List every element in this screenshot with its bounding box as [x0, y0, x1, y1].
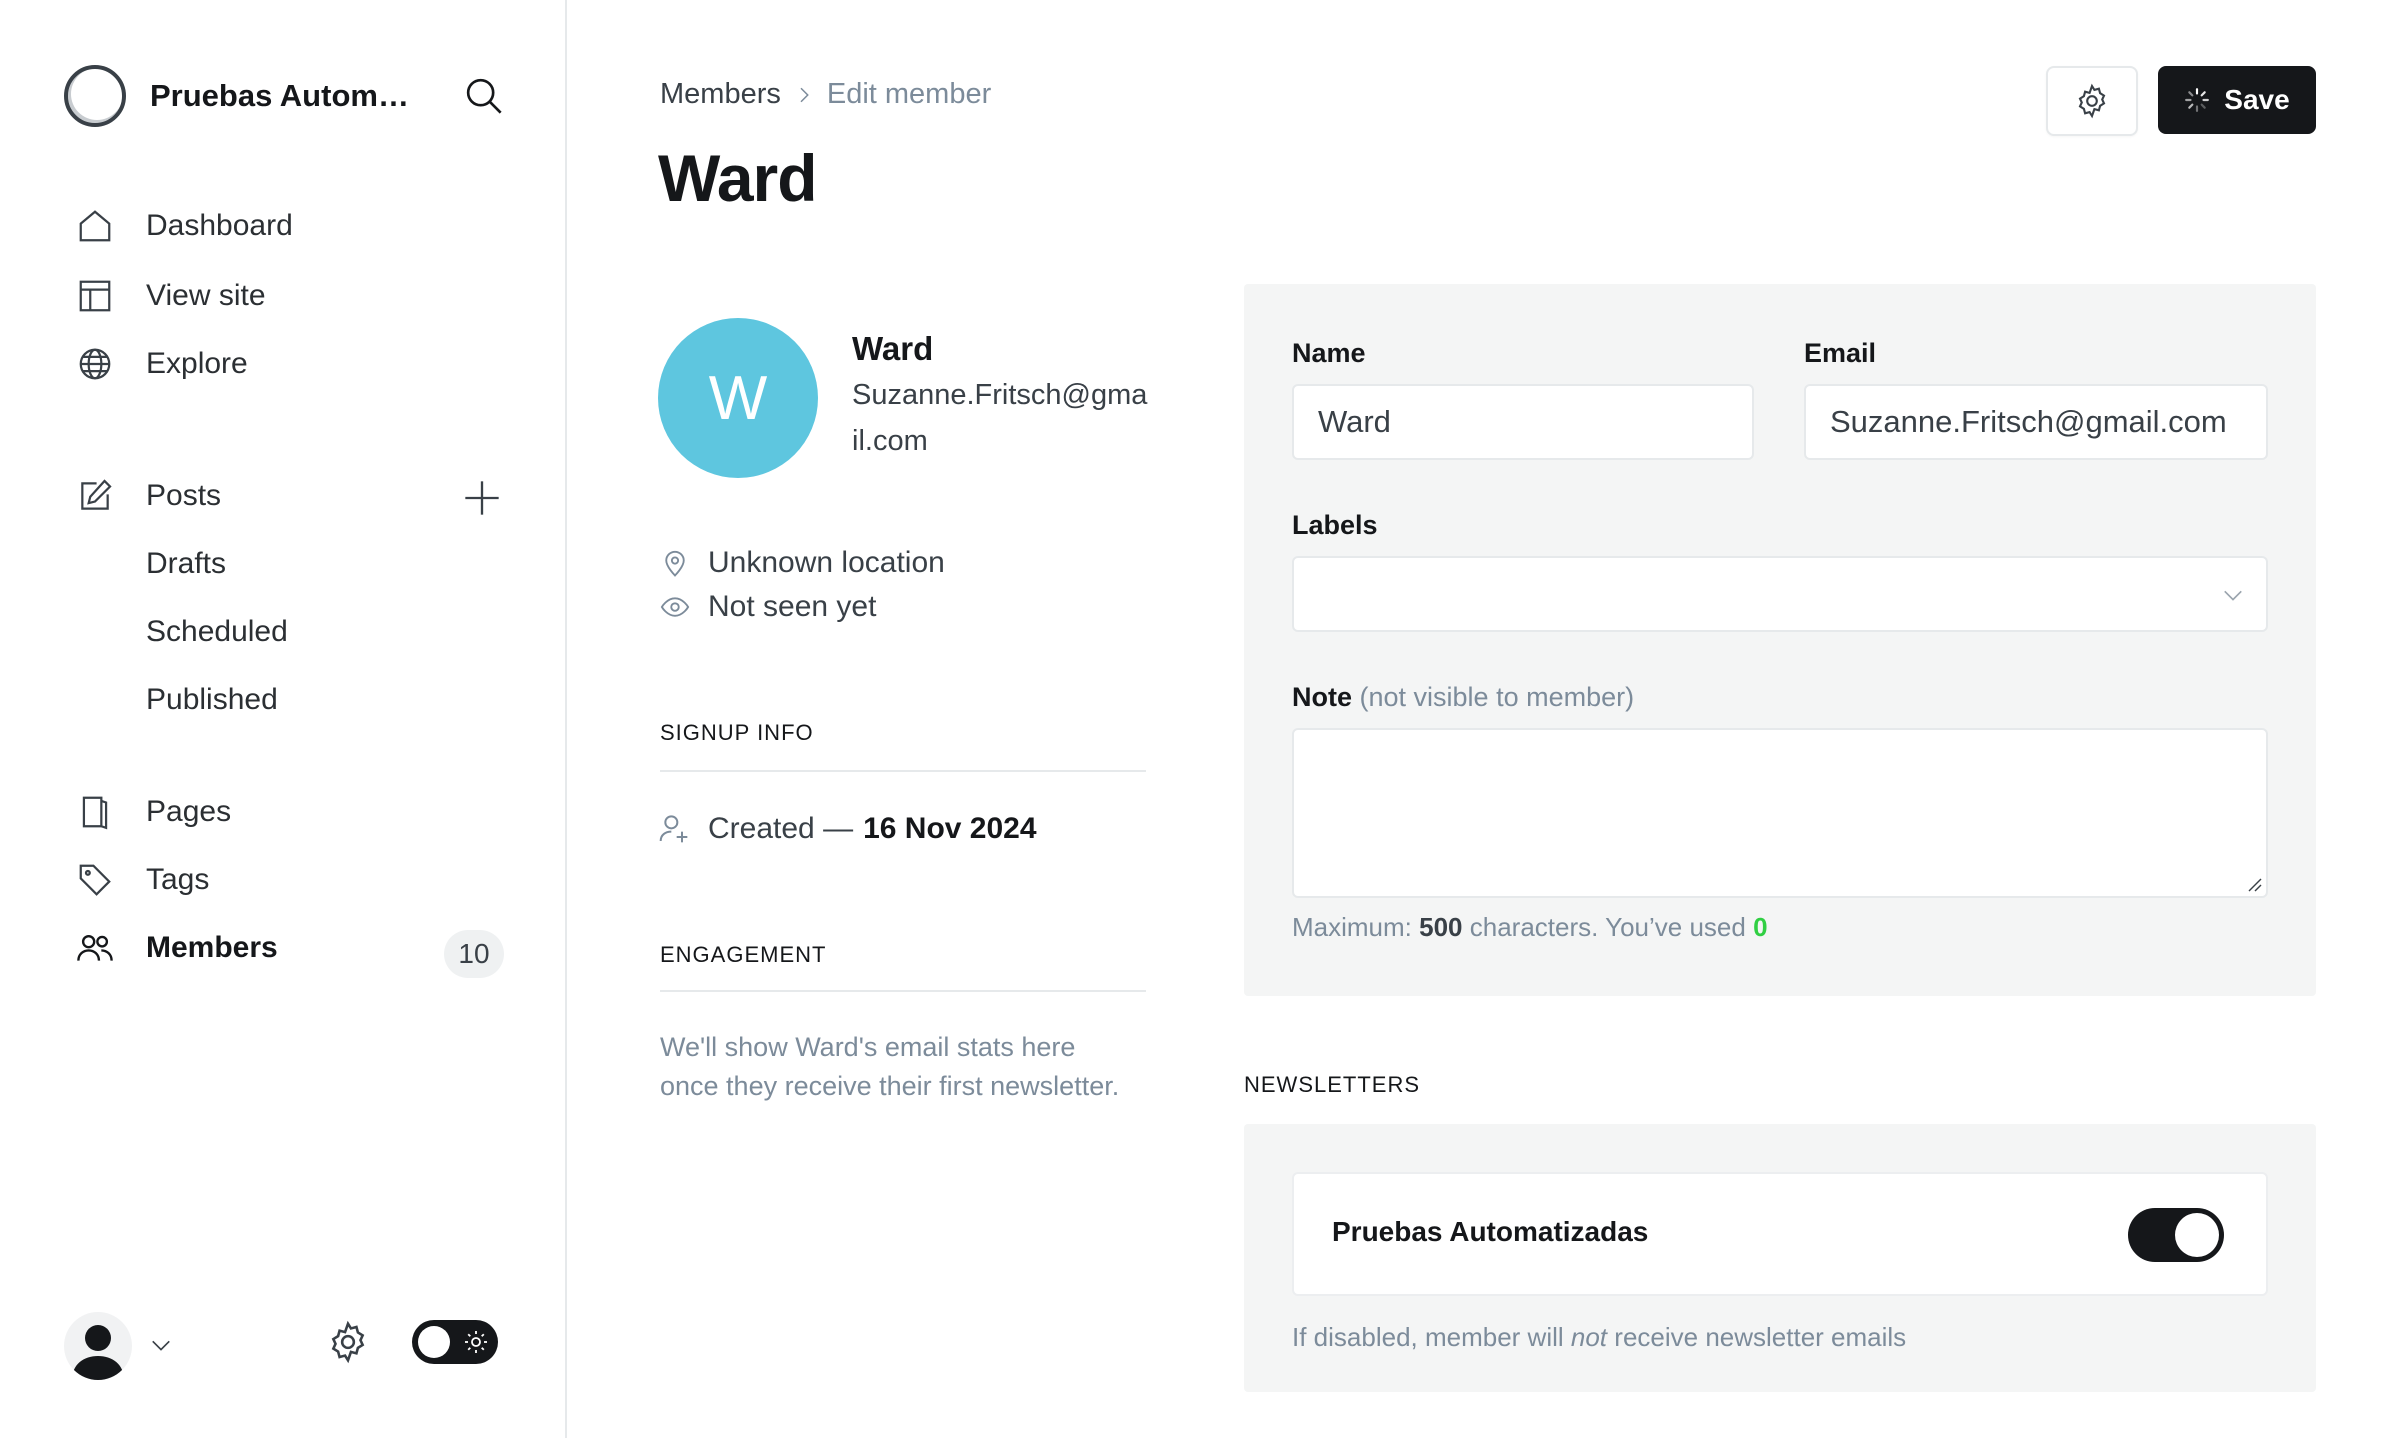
created-prefix: Created — [708, 812, 854, 845]
page-icon [82, 796, 108, 830]
newsletter-subscription-toggle[interactable] [2128, 1208, 2224, 1262]
labels-select[interactable] [1292, 556, 2268, 632]
engagement-text: We'll show Ward's email stats here once … [660, 1032, 1120, 1101]
location-pin-icon [665, 550, 685, 577]
theme-toggle-knob [418, 1326, 450, 1358]
newsletter-item: Pruebas Automatizadas [1292, 1172, 2268, 1296]
note-label-sub: (not visible to member) [1359, 682, 1635, 712]
nav-pages[interactable]: Pages [76, 790, 231, 834]
nav-view-site[interactable]: View site [76, 274, 266, 318]
nav-drafts[interactable]: Drafts [146, 542, 226, 586]
divider [660, 990, 1146, 992]
site-title: Pruebas Automatizadas [150, 78, 422, 113]
toggle-knob [2175, 1213, 2219, 1257]
newsletter-name: Pruebas Automatizadas [1332, 1216, 1649, 1247]
member-last-seen: Not seen yet [660, 590, 876, 624]
spinner-icon [2185, 88, 2210, 112]
nl-hint-before: If disabled, member will [1292, 1322, 1564, 1352]
signup-info-heading: SIGNUP INFO [660, 720, 814, 745]
member-name: Ward [852, 330, 934, 367]
tag-icon [79, 864, 111, 896]
name-label: Name [1292, 338, 1366, 368]
theme-toggle[interactable] [412, 1320, 498, 1364]
nav-view-site-label: View site [146, 279, 266, 312]
email-input[interactable]: Suzanne.Fritsch@gmail.com [1804, 384, 2268, 460]
chevron-right-icon [800, 87, 809, 102]
divider [660, 770, 1146, 772]
note-textarea[interactable] [1292, 728, 2268, 898]
breadcrumb-members-link[interactable]: Members [660, 78, 781, 111]
save-button-label: Save [2224, 84, 2290, 115]
nav-tags-label: Tags [146, 863, 210, 896]
nav-published[interactable]: Published [146, 678, 278, 722]
nl-hint-after: receive newsletter emails [1614, 1322, 1907, 1352]
nav-members[interactable]: Members [76, 926, 278, 970]
labels-label: Labels [1292, 510, 1378, 540]
globe-icon [79, 348, 111, 380]
user-avatar[interactable] [64, 1312, 132, 1380]
search-icon[interactable] [464, 76, 504, 116]
breadcrumb: Members Edit member [660, 78, 991, 111]
name-input[interactable]: Ward [1292, 384, 1754, 460]
note-hint: Maximum: 500 characters. You’ve used 0 [1292, 912, 1768, 943]
nav-scheduled[interactable]: Scheduled [146, 610, 288, 654]
user-silhouette-icon [72, 1325, 124, 1380]
nav-dashboard-label: Dashboard [146, 209, 293, 242]
nav-posts-label: Posts [146, 479, 222, 512]
email-label: Email [1804, 338, 1877, 368]
sidebar: Pruebas Automatizadas Dashboard View sit… [0, 0, 567, 1438]
chevron-down-icon[interactable] [148, 1334, 174, 1356]
members-icon [77, 934, 113, 961]
member-email: Suzanne.Fritsch@gmail.com [852, 379, 1148, 457]
engagement-heading: ENGAGEMENT [660, 942, 827, 967]
nav-explore-label: Explore [146, 347, 248, 380]
member-location: Unknown location [660, 546, 945, 580]
newsletters-panel: Pruebas Automatizadas If disabled, membe… [1244, 1124, 2316, 1392]
site-header[interactable]: Pruebas Automatizadas [64, 64, 504, 128]
member-form: Name Ward Email Suzanne.Fritsch@gmail.co… [1244, 284, 2316, 996]
resize-handle-icon[interactable] [2246, 876, 2262, 892]
hint-prefix: Maximum: [1292, 912, 1412, 942]
nav-members-label: Members [146, 931, 278, 964]
sun-icon [465, 1331, 487, 1353]
hint-middle: characters. You’ve used [1469, 912, 1746, 942]
nav-dashboard[interactable]: Dashboard [76, 204, 293, 248]
member-avatar: W [658, 318, 818, 478]
settings-gear-icon[interactable] [326, 1320, 370, 1364]
nav-explore[interactable]: Explore [76, 342, 248, 386]
nav-pages-label: Pages [146, 795, 232, 828]
breadcrumb-current: Edit member [826, 78, 992, 110]
created-date: 16 Nov 2024 [863, 812, 1037, 845]
eye-icon [660, 597, 690, 617]
nav-posts[interactable]: Posts [76, 474, 221, 518]
created-info: Created — 16 Nov 2024 [658, 812, 1037, 846]
layout-icon [79, 280, 111, 312]
nl-hint-em: not [1570, 1322, 1608, 1352]
hint-used: 0 [1753, 912, 1768, 942]
home-icon [79, 210, 111, 242]
note-label: Note (not visible to member) [1292, 682, 1634, 713]
member-last-seen-text: Not seen yet [708, 590, 877, 623]
edit-icon [81, 479, 112, 510]
save-button[interactable]: Save [2158, 66, 2316, 134]
member-settings-button[interactable] [2046, 66, 2138, 136]
page-title: Ward [658, 141, 818, 215]
hint-max: 500 [1419, 912, 1463, 942]
site-logo [64, 65, 126, 127]
newsletters-heading: NEWSLETTERS [1244, 1072, 1421, 1097]
nav-tags[interactable]: Tags [76, 858, 209, 902]
member-location-text: Unknown location [708, 546, 945, 579]
newsletter-hint: If disabled, member will not receive new… [1292, 1322, 1906, 1353]
members-count-badge: 10 [444, 930, 504, 978]
chevron-down-icon [2224, 590, 2242, 601]
gear-icon [2078, 83, 2106, 119]
note-label-text: Note [1292, 682, 1352, 712]
user-add-icon [659, 815, 688, 843]
plus-icon[interactable] [462, 478, 502, 518]
